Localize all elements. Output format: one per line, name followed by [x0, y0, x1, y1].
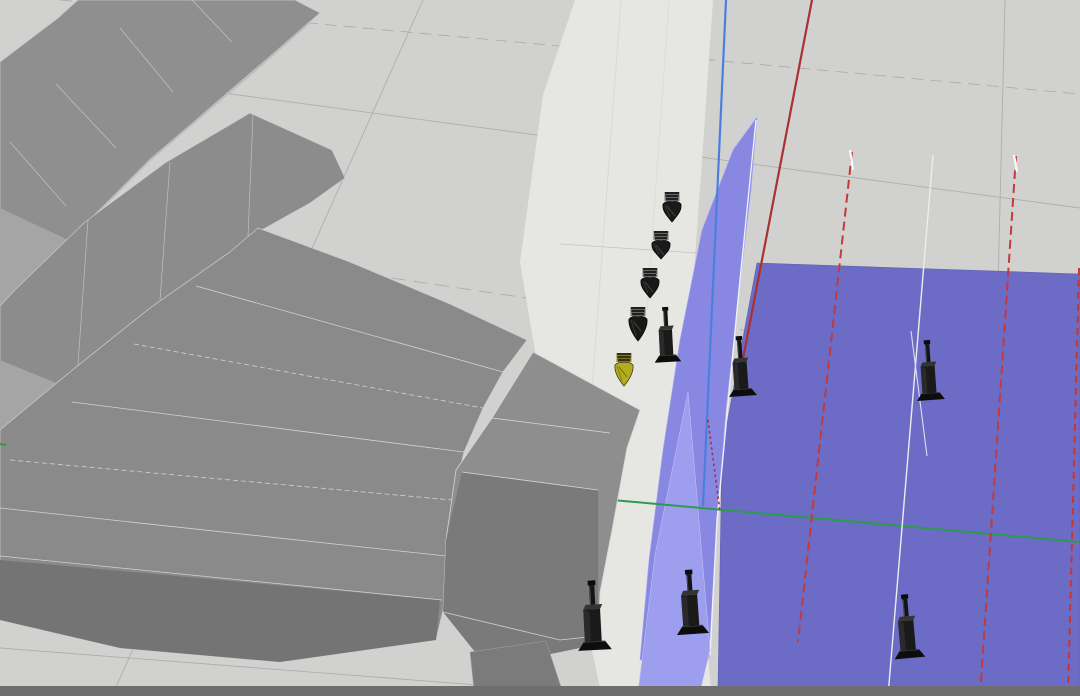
viewport-canvas[interactable]: [0, 0, 1080, 696]
bottom-window-edge: [0, 686, 1080, 696]
center-seating-block-front: [443, 472, 598, 667]
planes: [520, 0, 1080, 692]
axis-overlay: [0, 444, 6, 445]
y-axis-line-sliver: [0, 444, 6, 445]
chrome: [0, 686, 1080, 696]
viewport-window: [0, 0, 1080, 696]
